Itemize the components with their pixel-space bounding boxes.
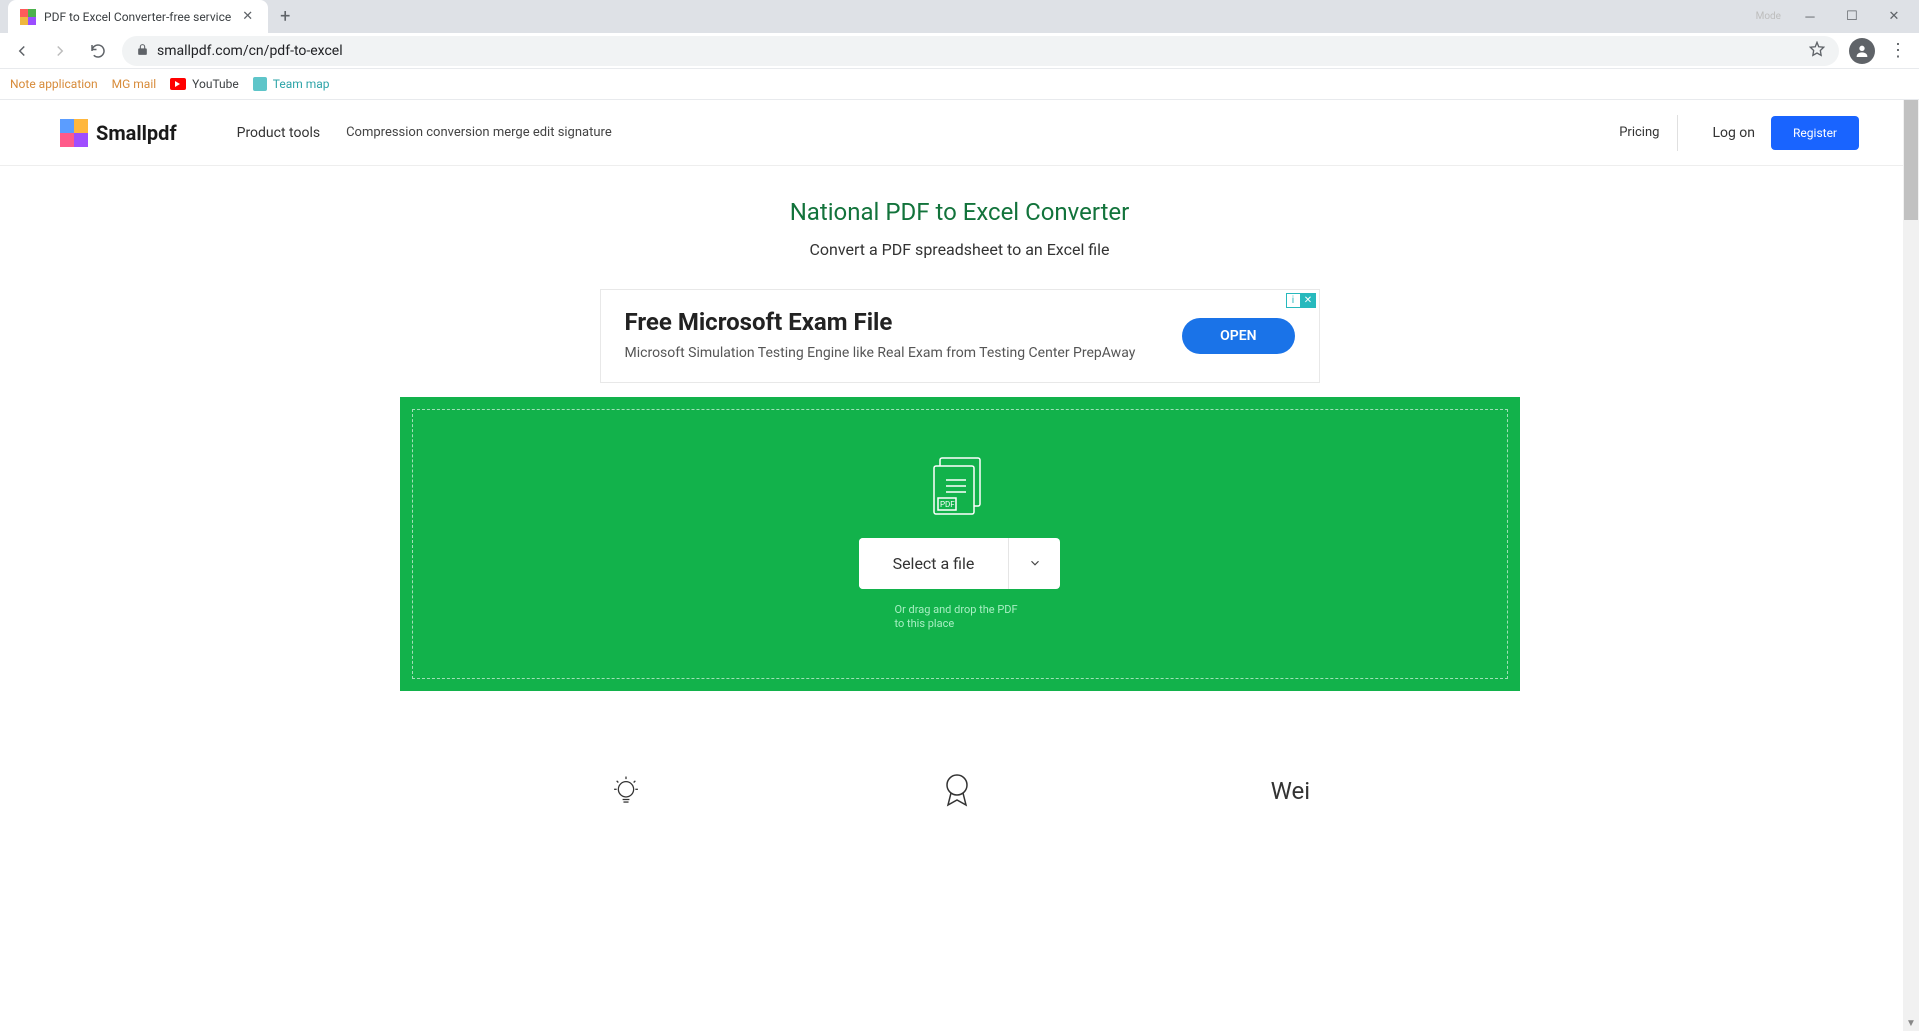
nav-subnav[interactable]: Compression conversion merge edit signat… (346, 125, 612, 140)
feature-wei: Wei (1271, 771, 1311, 811)
ad-info-icon[interactable]: i (1286, 293, 1301, 308)
page-scrollbar[interactable]: ▲ ▼ (1903, 100, 1919, 1031)
ad-title: Free Microsoft Exam File (625, 308, 1183, 336)
back-button[interactable] (8, 37, 36, 65)
window-mode-label: Mode (1756, 11, 1781, 22)
team-map-icon (253, 77, 267, 91)
reload-button[interactable] (84, 37, 112, 65)
tab-title: PDF to Excel Converter-free service (44, 10, 231, 24)
nav-pricing[interactable]: Pricing (1619, 125, 1659, 140)
brand-logo[interactable]: Smallpdf (60, 119, 177, 147)
svg-text:PDF: PDF (940, 500, 955, 509)
tab-favicon (20, 9, 36, 25)
forward-button[interactable] (46, 37, 74, 65)
feature-wei-label: Wei (1271, 777, 1311, 805)
tab-close-icon[interactable]: ✕ (239, 9, 256, 24)
browser-tab[interactable]: PDF to Excel Converter-free service ✕ (8, 0, 268, 33)
bookmark-note-application[interactable]: Note application (10, 77, 98, 91)
youtube-icon (170, 78, 186, 90)
profile-avatar[interactable] (1849, 38, 1875, 64)
nav-product-tools[interactable]: Product tools (237, 125, 320, 141)
bookmark-team-map[interactable]: Team map (253, 77, 330, 91)
award-ribbon-icon (942, 771, 972, 811)
nav-login[interactable]: Log on (1712, 125, 1755, 141)
ad-close-icon[interactable]: ✕ (1301, 293, 1316, 308)
feature-idea (609, 771, 643, 811)
ad-subtitle: Microsoft Simulation Testing Engine like… (625, 344, 1183, 364)
brand-name: Smallpdf (96, 121, 177, 145)
ad-open-button[interactable]: OPEN (1182, 318, 1294, 354)
bookmark-mg-mail[interactable]: MG mail (112, 77, 157, 91)
browser-menu-button[interactable]: ⋮ (1885, 40, 1911, 61)
lightbulb-icon (609, 771, 643, 811)
scroll-thumb[interactable] (1904, 100, 1918, 220)
register-button[interactable]: Register (1771, 116, 1859, 150)
window-minimize-button[interactable]: ─ (1791, 3, 1829, 31)
dropzone-container: PDF Select a file Or drag and drop the P… (400, 397, 1520, 691)
header-divider (1677, 115, 1678, 151)
address-bar[interactable]: smallpdf.com/cn/pdf-to-excel (122, 36, 1839, 66)
ad-banner: Free Microsoft Exam File Microsoft Simul… (600, 289, 1320, 383)
dropzone-hint: Or drag and drop the PDF to this place (895, 603, 1025, 632)
chevron-down-icon (1028, 556, 1042, 570)
bookmark-youtube[interactable]: YouTube (170, 77, 239, 91)
feature-award (942, 771, 972, 811)
select-file-dropdown[interactable] (1008, 538, 1060, 589)
window-close-button[interactable]: ✕ (1875, 3, 1913, 31)
scroll-down-icon[interactable]: ▼ (1904, 1015, 1918, 1031)
lock-icon (136, 41, 149, 60)
bookmark-star-icon[interactable] (1809, 41, 1825, 61)
brand-logo-icon (60, 119, 88, 147)
new-tab-button[interactable]: + (268, 6, 302, 27)
window-maximize-button[interactable]: ☐ (1833, 3, 1871, 31)
url-text: smallpdf.com/cn/pdf-to-excel (157, 43, 343, 59)
pdf-document-icon: PDF (932, 456, 988, 520)
file-dropzone[interactable]: PDF Select a file Or drag and drop the P… (412, 409, 1508, 679)
select-file-button[interactable]: Select a file (859, 538, 1009, 589)
page-subtitle: Convert a PDF spreadsheet to an Excel fi… (0, 240, 1919, 259)
page-title: National PDF to Excel Converter (0, 198, 1919, 226)
